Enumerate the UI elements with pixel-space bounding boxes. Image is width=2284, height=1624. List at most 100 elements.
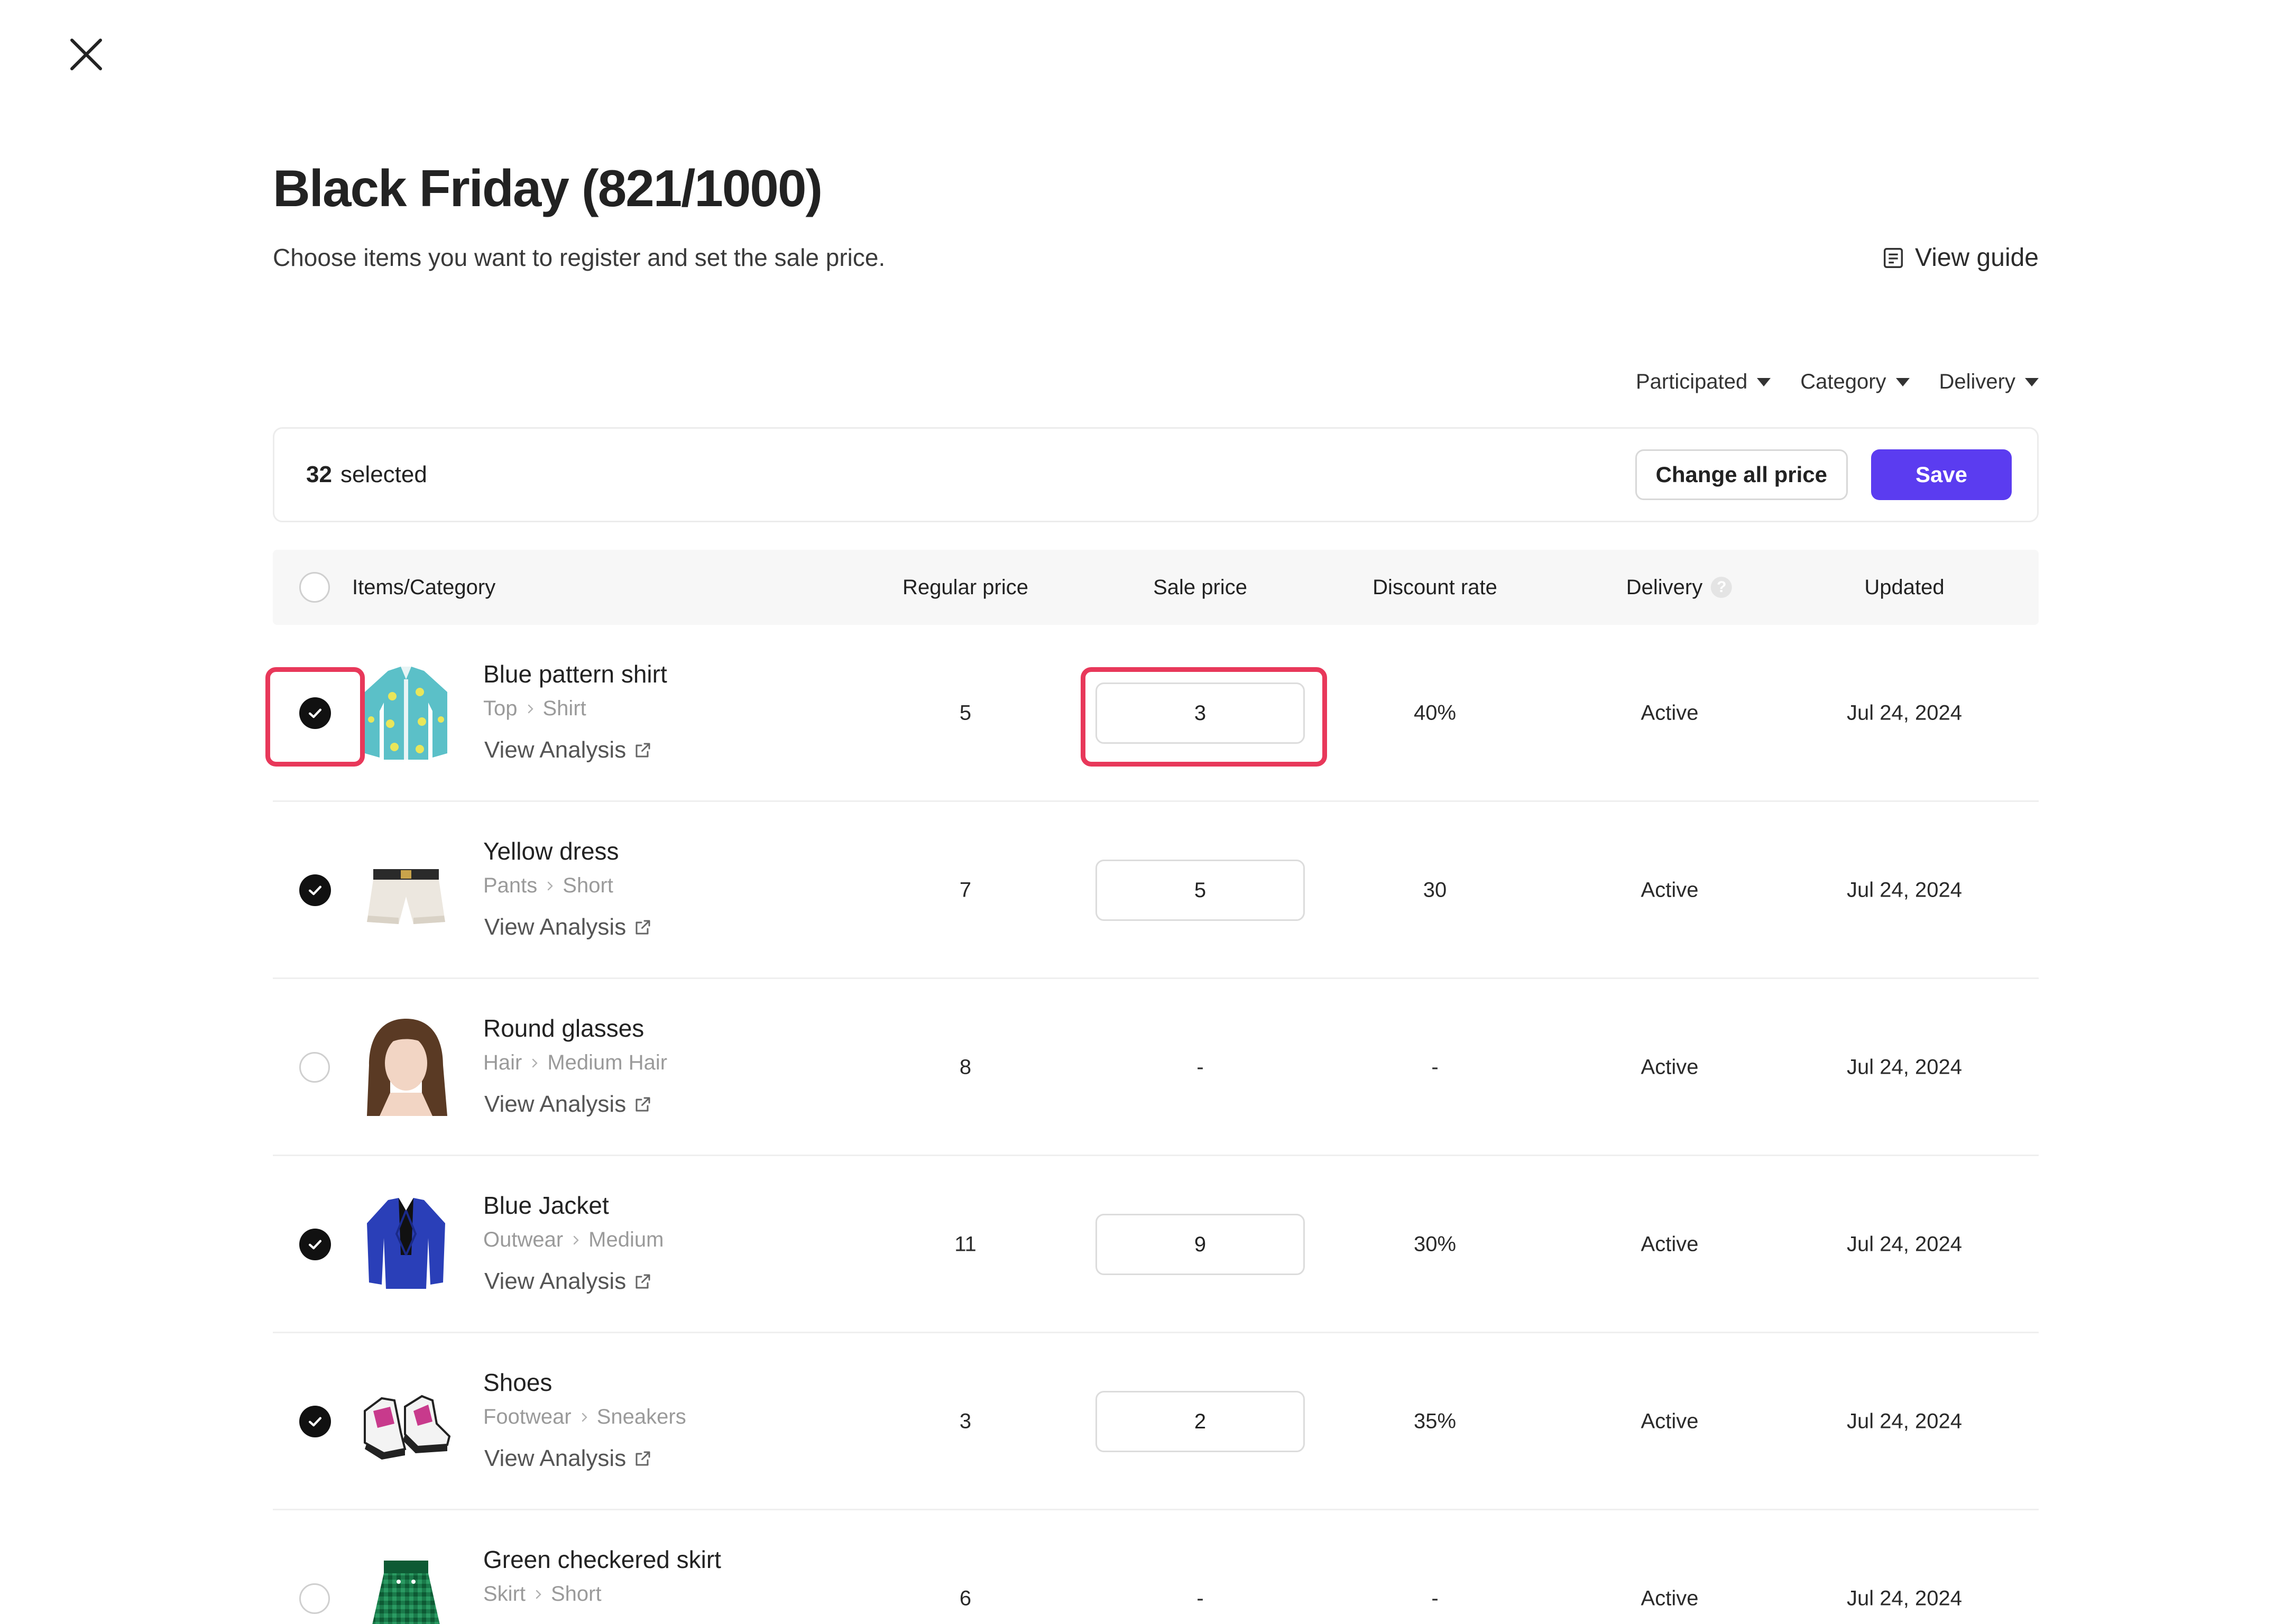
item-category: Outwear Medium: [483, 1228, 664, 1252]
sale-price-empty: -: [1196, 1586, 1204, 1610]
column-header-regular-price: Regular price: [902, 575, 1028, 599]
selection-bar: 32 selected Change all price Save: [273, 427, 2039, 522]
chevron-right-icon: [532, 1058, 538, 1067]
view-analysis-link[interactable]: View Analysis: [484, 1445, 652, 1472]
table-row: Shoes Footwear Sneakers View Analysis 3 35% Ac…: [273, 1333, 2039, 1510]
filter-participated[interactable]: Participated: [1636, 370, 1771, 394]
save-button[interactable]: Save: [1871, 449, 2012, 500]
page: Black Friday (821/1000) Choose items you…: [0, 0, 2284, 1624]
sale-price-input[interactable]: [1095, 1214, 1305, 1275]
regular-price: 3: [959, 1409, 972, 1433]
table-row: Green checkered skirtSkirtShortView Anal…: [273, 1510, 2039, 1624]
updated-date: Jul 24, 2024: [1847, 1232, 1962, 1256]
updated-date: Jul 24, 2024: [1847, 1409, 1962, 1433]
discount-rate: 30: [1423, 878, 1447, 902]
filter-bar: Participated Category Delivery: [1636, 370, 2039, 394]
item-category-main: Hair: [483, 1051, 522, 1074]
delivery-status: Active: [1641, 1586, 1699, 1610]
row-checkbox-checked[interactable]: [299, 697, 331, 729]
filter-label: Participated: [1635, 370, 1748, 393]
selected-count-number: 32: [306, 462, 332, 487]
delivery-status: Active: [1641, 1232, 1699, 1256]
column-header-delivery-label: Delivery: [1626, 575, 1703, 599]
item-category: Footwear Sneakers: [483, 1405, 686, 1429]
page-title: Black Friday (821/1000): [273, 159, 823, 217]
regular-price: 11: [954, 1232, 977, 1256]
close-button[interactable]: [68, 36, 105, 73]
external-link-icon: [636, 1274, 650, 1289]
chevron-right-icon: [528, 704, 533, 713]
item-category: Top Shirt: [483, 697, 586, 721]
chevron-right-icon: [536, 1590, 541, 1599]
column-header-delivery: Delivery ?: [1626, 550, 1733, 625]
selected-count: 32 selected: [306, 462, 427, 488]
filter-label: Delivery: [1939, 370, 2015, 393]
view-analysis-link[interactable]: View Analysis: [484, 914, 652, 940]
select-all-checkbox[interactable]: [299, 572, 330, 603]
sale-price-empty: -: [1196, 1055, 1204, 1079]
close-icon: [70, 39, 102, 70]
checkmark-icon: [308, 885, 322, 896]
item-name: Blue Jacket: [483, 1192, 609, 1219]
item-thumbnail: [358, 837, 454, 943]
table-header: Items/Category Regular price Sale price …: [273, 550, 2039, 625]
view-analysis-label: View Analysis: [484, 737, 627, 763]
updated-date: Jul 24, 2024: [1847, 1586, 1962, 1610]
delivery-status: Active: [1641, 878, 1699, 902]
item-name: Blue pattern shirt: [483, 660, 667, 688]
delivery-status: Active: [1641, 1055, 1699, 1079]
row-checkbox-checked[interactable]: [299, 1406, 331, 1437]
view-analysis-label: View Analysis: [484, 1445, 627, 1471]
sale-price-input[interactable]: [1095, 682, 1305, 744]
external-link-icon: [636, 1451, 650, 1466]
item-category-sub: Shirt: [542, 697, 586, 720]
view-guide-link[interactable]: View guide: [1881, 243, 2039, 272]
caret-down-icon: [1757, 377, 1771, 386]
filter-category[interactable]: Category: [1800, 370, 1910, 394]
item-category-sub: Sneakers: [596, 1405, 686, 1428]
document-icon: [1884, 247, 1903, 268]
discount-rate: -: [1431, 1586, 1439, 1610]
sale-price-input[interactable]: [1095, 860, 1305, 921]
help-icon[interactable]: ?: [1711, 577, 1733, 598]
checkmark-icon: [308, 1240, 322, 1250]
filter-delivery[interactable]: Delivery: [1939, 370, 2039, 394]
discount-rate: 40%: [1413, 701, 1457, 725]
view-analysis-label: View Analysis: [484, 914, 627, 940]
column-header-discount-rate: Discount rate: [1373, 575, 1497, 599]
row-checkbox[interactable]: [299, 1583, 330, 1614]
external-link-icon: [636, 920, 650, 935]
row-checkbox[interactable]: [299, 1052, 330, 1083]
item-category-sub: Short: [551, 1582, 602, 1605]
delivery-status: Active: [1641, 701, 1699, 725]
row-checkbox-checked[interactable]: [299, 1229, 331, 1260]
page-subtitle: Choose items you want to register and se…: [273, 244, 886, 271]
change-all-price-button[interactable]: Change all price: [1635, 449, 1848, 500]
sale-price-input[interactable]: [1095, 1391, 1305, 1452]
view-analysis-link[interactable]: View Analysis: [484, 737, 652, 763]
item-category-main: Skirt: [483, 1582, 526, 1605]
regular-price: 6: [959, 1586, 972, 1610]
column-header-items: Items/Category: [352, 575, 496, 599]
view-guide-label: View guide: [1915, 244, 2039, 272]
item-category-main: Outwear: [483, 1228, 564, 1251]
external-link-icon: [636, 1097, 650, 1112]
item-name: Yellow dress: [483, 837, 619, 865]
item-name: Round glasses: [483, 1014, 644, 1042]
item-name: Green checkered skirt: [483, 1546, 721, 1573]
item-category-main: Footwear: [483, 1405, 572, 1428]
external-link-icon: [636, 743, 650, 758]
item-category-sub: Medium: [588, 1228, 664, 1251]
column-header-updated: Updated: [1864, 575, 1945, 599]
checkmark-icon: [308, 1417, 322, 1427]
row-checkbox-checked[interactable]: [299, 874, 331, 906]
chevron-right-icon: [548, 881, 553, 890]
table-row: Blue pattern shirt Top Shirt View Analysis 5…: [273, 625, 2039, 802]
view-analysis-link[interactable]: View Analysis: [484, 1091, 652, 1118]
chevron-right-icon: [573, 1235, 579, 1244]
chevron-right-icon: [582, 1413, 587, 1422]
delivery-status: Active: [1641, 1409, 1699, 1433]
regular-price: 7: [959, 878, 972, 902]
view-analysis-link[interactable]: View Analysis: [484, 1268, 652, 1295]
item-thumbnail: [358, 1014, 454, 1120]
